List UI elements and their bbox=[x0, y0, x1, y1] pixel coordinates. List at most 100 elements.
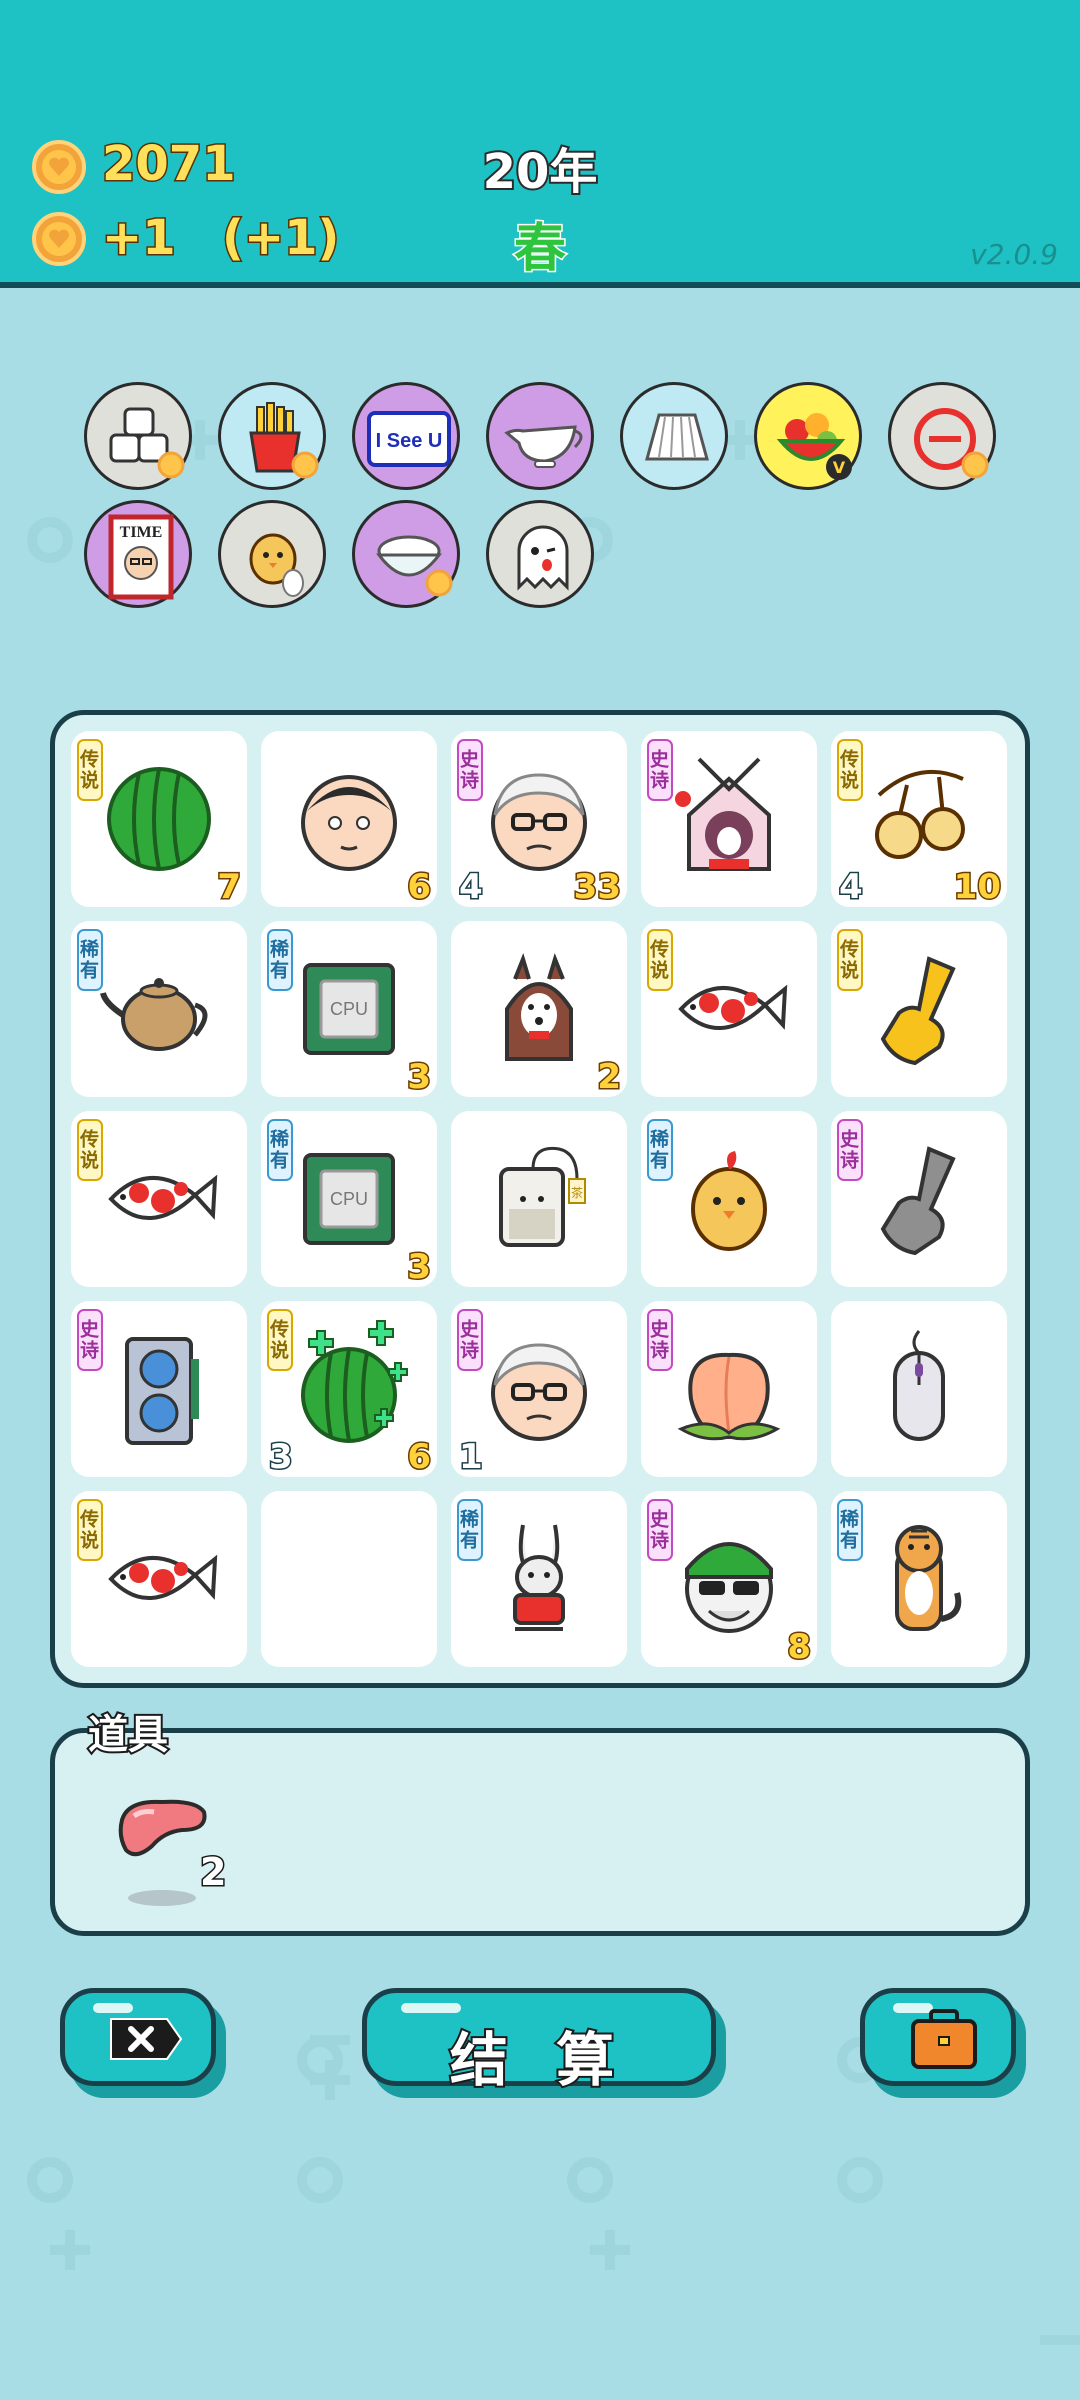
cpu-chip-icon: CPU bbox=[303, 963, 395, 1055]
board-slot[interactable] bbox=[261, 1491, 437, 1667]
inventory-button[interactable] bbox=[860, 1988, 1016, 2086]
board-slot[interactable]: 史诗 1 bbox=[451, 1301, 627, 1479]
board-slot[interactable]: 传说 bbox=[641, 921, 817, 1097]
board-slot[interactable]: 史诗 4 33 bbox=[451, 731, 627, 909]
rarity-tag: 传说 bbox=[77, 1499, 103, 1561]
board-slot[interactable]: 史诗 bbox=[641, 731, 817, 907]
board-slot[interactable]: 6 bbox=[261, 731, 437, 909]
rarity-tag: 传说 bbox=[77, 1119, 103, 1181]
rarity-tag: 史诗 bbox=[647, 1499, 673, 1561]
board-slot[interactable]: 传说 bbox=[71, 1111, 247, 1287]
sugar-cubes-icon[interactable] bbox=[84, 382, 192, 490]
i-see-u-sign-icon[interactable]: I See U bbox=[352, 382, 460, 490]
old-man-glasses-icon bbox=[491, 773, 587, 871]
board-slot[interactable]: 史诗 bbox=[831, 1111, 1007, 1287]
board-slot[interactable]: 稀有 bbox=[451, 1491, 627, 1667]
minus-circle-icon[interactable] bbox=[888, 382, 996, 490]
cpu-chip-icon: CPU bbox=[303, 1153, 395, 1245]
season-label: 春 bbox=[512, 218, 567, 281]
i-see-u-text: I See U bbox=[376, 430, 443, 452]
bald-man-face-icon bbox=[301, 775, 397, 871]
board-slot[interactable]: 2 bbox=[451, 921, 627, 1099]
rarity-tag: 史诗 bbox=[457, 1309, 483, 1371]
slot-value: 33 bbox=[572, 866, 622, 909]
cpu-label: CPU bbox=[330, 999, 368, 1019]
ghost-icon[interactable] bbox=[486, 500, 594, 608]
chick-icon bbox=[691, 1151, 767, 1251]
board-slot[interactable]: 史诗 8 bbox=[641, 1491, 817, 1669]
graphics-card-icon bbox=[125, 1337, 199, 1445]
v-letter: V bbox=[833, 458, 846, 477]
skip-button[interactable] bbox=[60, 1988, 216, 2086]
rarity-tag: 稀有 bbox=[457, 1499, 483, 1561]
coin-income: +1 bbox=[101, 209, 178, 268]
board-slot[interactable]: 稀有 bbox=[831, 1491, 1007, 1667]
rarity-tag: 传说 bbox=[837, 739, 863, 801]
slot-value: 6 bbox=[406, 1436, 433, 1479]
liver-icon bbox=[118, 1799, 207, 1906]
rarity-tag: 史诗 bbox=[77, 1309, 103, 1371]
old-man-glasses-icon bbox=[491, 1343, 587, 1441]
rarity-tag: 稀有 bbox=[267, 1119, 293, 1181]
slot-value: 3 bbox=[406, 1246, 433, 1289]
settle-button-label: 结 算 bbox=[448, 2024, 629, 2096]
rabbit-red-shirt-icon bbox=[513, 1524, 565, 1631]
income-coin-icon bbox=[32, 212, 86, 266]
board-slot[interactable]: 史诗 bbox=[641, 1301, 817, 1477]
board-slot[interactable]: 稀有 bbox=[641, 1111, 817, 1287]
liver-item[interactable] bbox=[112, 1790, 212, 1910]
golden-hand-icon bbox=[880, 956, 956, 1066]
chick-egg-icon[interactable] bbox=[218, 500, 326, 608]
board-slot[interactable]: 史诗 bbox=[71, 1301, 247, 1477]
rabbit-lantern-house-icon bbox=[675, 757, 771, 871]
board-slot[interactable]: 稀有 bbox=[71, 921, 247, 1097]
coin-icon bbox=[32, 140, 86, 194]
slot-counter: 1 bbox=[458, 1436, 485, 1479]
tea-tag-label: 茶 bbox=[571, 1185, 583, 1200]
board-slot[interactable]: 传说 4 10 bbox=[831, 731, 1007, 909]
rarity-tag: 传说 bbox=[837, 929, 863, 991]
briefcase-icon bbox=[911, 2009, 977, 2069]
rarity-tag: 史诗 bbox=[647, 739, 673, 801]
board-slot[interactable]: 传说 7 bbox=[71, 731, 247, 909]
rarity-tag: 稀有 bbox=[647, 1119, 673, 1181]
rarity-tag: 史诗 bbox=[837, 1119, 863, 1181]
board-slot[interactable]: 茶 bbox=[451, 1111, 627, 1287]
rarity-tag: 史诗 bbox=[647, 1309, 673, 1371]
board-slot[interactable]: 传说 3 6 bbox=[261, 1301, 437, 1479]
slot-value: 10 bbox=[952, 866, 1002, 909]
rarity-tag: 传说 bbox=[77, 739, 103, 801]
version-label: v2.0.9 bbox=[970, 238, 1058, 271]
rarity-tag: 传说 bbox=[267, 1309, 293, 1371]
slot-board: 传说 7 6 史诗 4 33 史诗 传说 4 10 稀有 CPU 稀有 3 2 传说 传说 传说 CPU 稀有 3 茶稀有… bbox=[50, 710, 1030, 1688]
board-slot[interactable] bbox=[831, 1301, 1007, 1477]
board-slot[interactable]: 传说 bbox=[831, 921, 1007, 1097]
year-label: 20年 bbox=[481, 142, 600, 202]
rarity-tag: 传说 bbox=[647, 929, 673, 991]
green-hat-sunglasses-man-icon bbox=[685, 1542, 773, 1633]
tea-bag-icon: 茶 bbox=[499, 1146, 586, 1247]
husky-dog-icon bbox=[505, 952, 573, 1061]
time-magazine-icon[interactable]: TIME bbox=[84, 500, 192, 608]
board-slot[interactable]: 传说 bbox=[71, 1491, 247, 1667]
coin-income-bonus: (+1) bbox=[221, 209, 341, 268]
slot-counter: 4 bbox=[838, 866, 865, 909]
slot-counter: 4 bbox=[458, 866, 485, 909]
pleated-skirt-icon[interactable] bbox=[620, 382, 728, 490]
rice-bowl-icon[interactable] bbox=[352, 500, 460, 608]
watermelon-icon bbox=[107, 767, 211, 871]
board-slot[interactable]: CPU 稀有 3 bbox=[261, 1111, 437, 1289]
french-fries-icon[interactable] bbox=[218, 382, 326, 490]
liver-item-count: 2 bbox=[198, 1849, 228, 1896]
slot-value: 8 bbox=[786, 1626, 813, 1669]
fruit-basket-icon[interactable]: V bbox=[754, 382, 862, 490]
slot-value: 6 bbox=[406, 866, 433, 909]
board-slot[interactable]: CPU 稀有 3 bbox=[261, 921, 437, 1099]
items-panel-title: 道具 bbox=[86, 1710, 170, 1760]
settle-button[interactable]: 结 算 bbox=[362, 1988, 716, 2096]
koi-fish-icon bbox=[108, 1174, 218, 1221]
delete-icon bbox=[110, 2018, 183, 2060]
rarity-tag: 稀有 bbox=[267, 929, 293, 991]
rarity-tag: 史诗 bbox=[457, 739, 483, 801]
gravy-boat-icon[interactable] bbox=[486, 382, 594, 490]
